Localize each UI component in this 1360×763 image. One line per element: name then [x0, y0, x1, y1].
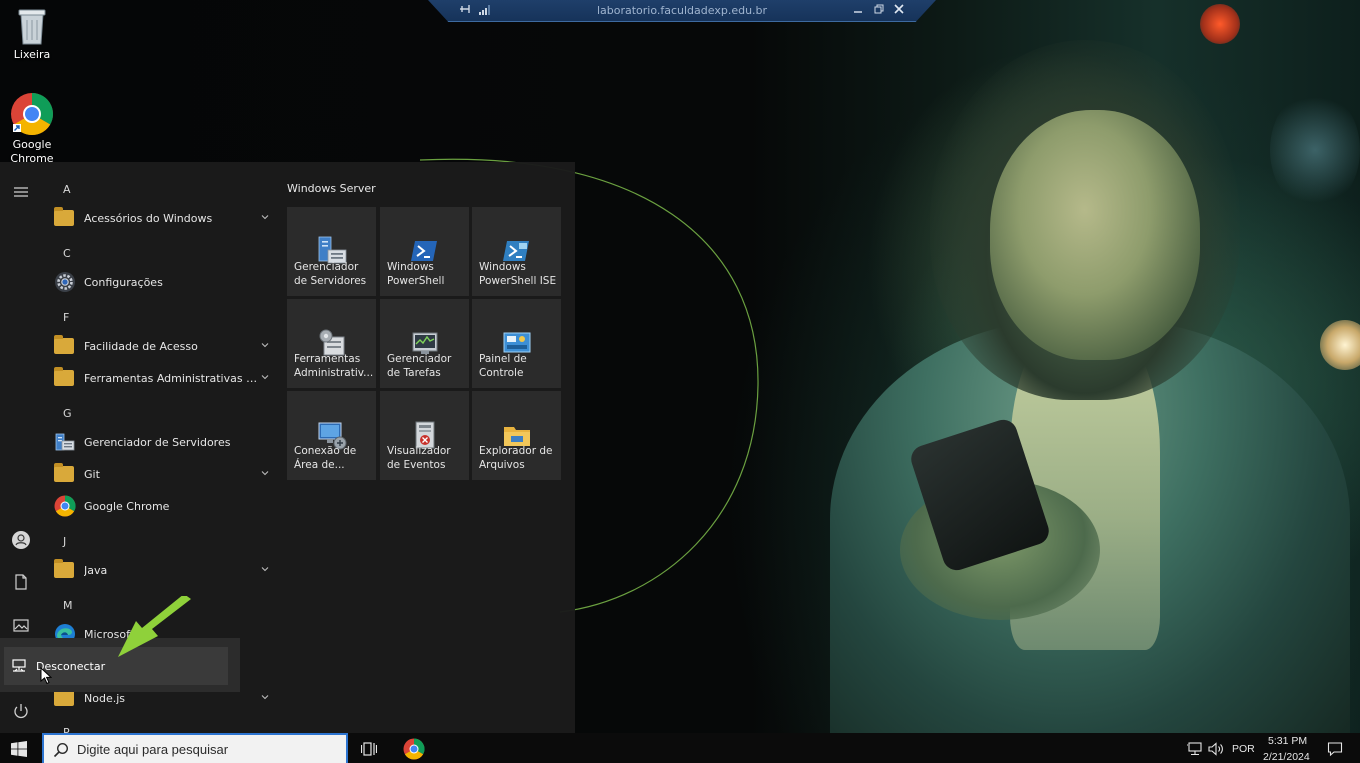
folder-icon: [54, 207, 74, 226]
taskbar-search-box[interactable]: Digite aqui para pesquisar: [42, 733, 348, 763]
folder-icon: [54, 687, 74, 706]
clock-time[interactable]: 5:31 PM: [1268, 735, 1307, 747]
app-item-facilidade-de-acesso[interactable]: Facilidade de Acesso: [54, 332, 270, 360]
tile-label: Windows PowerShell: [387, 261, 445, 287]
chevron-down-icon: [261, 695, 269, 700]
desktop-icon-google-chrome[interactable]: Google Chrome: [0, 92, 64, 166]
app-item-label: Google Chrome: [84, 499, 170, 513]
section-letter-c[interactable]: C: [63, 247, 71, 260]
chevron-down-icon: [261, 343, 269, 348]
restore-icon[interactable]: [870, 2, 888, 20]
app-item-acessorios-do-windows[interactable]: Acessórios do Windows: [54, 204, 270, 232]
pictures-icon[interactable]: [10, 614, 32, 636]
tile-visualizador-de-eventos[interactable]: Visualizador de Eventos: [380, 391, 469, 480]
minimize-icon[interactable]: [849, 2, 867, 20]
tiles-area: Windows Server Gerenciador de Servidores…: [286, 162, 575, 733]
folder-icon: [54, 367, 74, 386]
app-item-configuracoes[interactable]: Configurações: [54, 268, 270, 296]
folder-icon: [54, 559, 74, 578]
section-letter-a[interactable]: A: [63, 183, 71, 196]
section-letter-m[interactable]: M: [63, 599, 73, 612]
input-language-indicator[interactable]: POR: [1232, 743, 1255, 755]
tile-painel-de-controle[interactable]: Painel de Controle: [472, 299, 561, 388]
user-account-icon[interactable]: [10, 529, 32, 551]
desktop-icon-label: Google Chrome: [10, 138, 54, 165]
tile-label: Explorador de Arquivos: [479, 445, 553, 471]
tile-label: Gerenciador de Tarefas: [387, 353, 452, 379]
tile-label: Painel de Controle: [479, 353, 527, 379]
app-item-google-chrome[interactable]: Google Chrome: [54, 492, 270, 520]
task-view-icon[interactable]: [361, 741, 377, 757]
tile-label: Gerenciador de Servidores: [294, 261, 367, 287]
chrome-icon: [54, 495, 76, 517]
tile-gerenciador-de-tarefas[interactable]: Gerenciador de Tarefas: [380, 299, 469, 388]
section-letter-g[interactable]: G: [63, 407, 72, 420]
app-item-label: Configurações: [84, 275, 163, 289]
app-item-git[interactable]: Git: [54, 460, 270, 488]
close-icon[interactable]: [890, 2, 908, 20]
chrome-icon[interactable]: [403, 738, 425, 760]
desktop-icon-recycle-bin[interactable]: Lixeira: [0, 6, 64, 62]
search-placeholder: Digite aqui para pesquisar: [77, 742, 229, 757]
gear-icon: [55, 272, 75, 292]
chevron-down-icon: [261, 567, 269, 572]
app-item-label: Java: [84, 563, 108, 577]
app-item-label: Gerenciador de Servidores: [84, 435, 231, 449]
documents-icon[interactable]: [10, 571, 32, 593]
windows-start-icon[interactable]: [11, 741, 27, 757]
power-icon[interactable]: [10, 700, 32, 722]
app-item-label: Node.js: [84, 691, 125, 705]
app-item-label: Facilidade de Acesso: [84, 339, 198, 353]
tile-label: Windows PowerShell ISE: [479, 261, 557, 287]
app-item-label: Git: [84, 467, 100, 481]
mouse-cursor-icon: [40, 667, 52, 685]
app-item-label: Ferramentas Administrativas do W...: [84, 371, 260, 385]
tile-explorador-de-arquivos[interactable]: Explorador de Arquivos: [472, 391, 561, 480]
tile-gerenciador-de-servidores[interactable]: Gerenciador de Servidores: [287, 207, 376, 296]
notifications-icon[interactable]: [1327, 741, 1343, 757]
chevron-down-icon: [261, 471, 269, 476]
tile-label: Conexão de Área de...: [294, 445, 357, 471]
annotation-arrow-icon: [118, 596, 191, 657]
app-item-java[interactable]: Java: [54, 556, 270, 584]
disconnect-icon: [12, 659, 26, 672]
chevron-down-icon: [261, 375, 269, 380]
desktop-icon-label: Lixeira: [13, 48, 51, 61]
section-letter-f[interactable]: F: [63, 311, 69, 324]
app-item-ferramentas-administrativas[interactable]: Ferramentas Administrativas do W...: [54, 364, 270, 392]
folder-icon: [54, 463, 74, 482]
remote-desktop-connection-bar[interactable]: laboratorio.faculdadexp.edu.br: [428, 0, 936, 22]
tile-label: Visualizador de Eventos: [387, 445, 451, 471]
app-item-label: Acessórios do Windows: [84, 211, 213, 225]
section-letter-j[interactable]: J: [63, 535, 66, 548]
chrome-icon: [11, 92, 54, 136]
app-item-gerenciador-de-servidores[interactable]: Gerenciador de Servidores: [54, 428, 270, 456]
clock-date[interactable]: 2/21/2024: [1263, 751, 1310, 763]
taskbar: Digite aqui para pesquisar POR 5:31 PM 2…: [0, 733, 1360, 763]
hamburger-menu-icon[interactable]: [10, 181, 32, 203]
tile-conexao-de-area-de-trabalho-remota[interactable]: Conexão de Área de...: [287, 391, 376, 480]
tile-ferramentas-administrativas[interactable]: Ferramentas Administrativ...: [287, 299, 376, 388]
tile-windows-powershell-ise[interactable]: Windows PowerShell ISE: [472, 207, 561, 296]
tile-label: Ferramentas Administrativ...: [294, 353, 374, 379]
tile-windows-powershell[interactable]: Windows PowerShell: [380, 207, 469, 296]
search-icon: [53, 742, 69, 758]
chevron-down-icon: [261, 215, 269, 220]
folder-icon: [54, 335, 74, 354]
tiles-group-title: Windows Server: [287, 182, 376, 195]
volume-icon[interactable]: [1208, 742, 1224, 756]
section-letter-p[interactable]: P: [63, 726, 70, 733]
network-icon[interactable]: [1187, 742, 1203, 756]
server-manager-icon: [55, 433, 75, 451]
recycle-bin-icon: [18, 9, 46, 45]
